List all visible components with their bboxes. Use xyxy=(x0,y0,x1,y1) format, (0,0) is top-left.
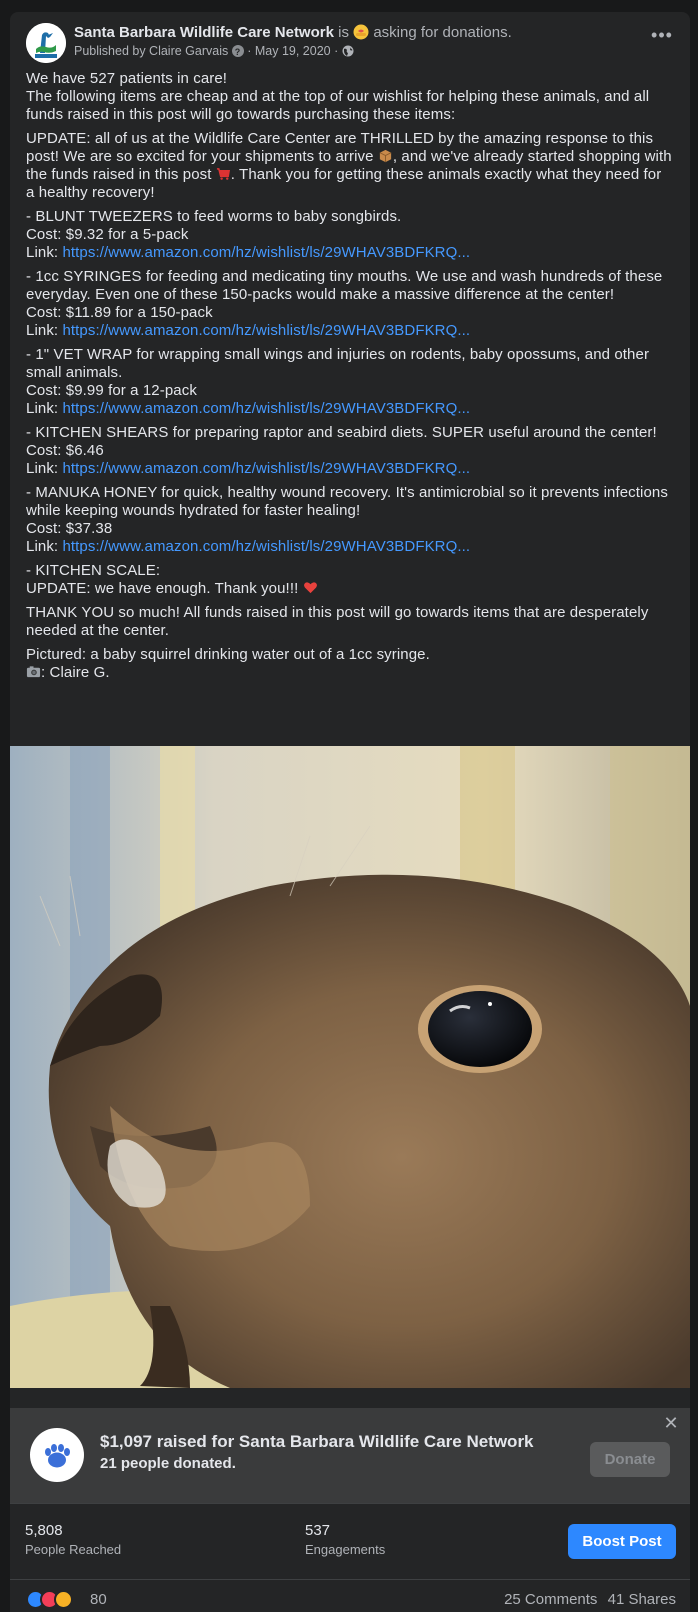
comments-count[interactable]: 25 Comments xyxy=(504,1591,597,1608)
shares-count[interactable]: 41 Shares xyxy=(608,1591,676,1608)
update-paragraph: UPDATE: all of us at the Wildlife Care C… xyxy=(26,130,674,202)
fundraiser-title: $1,097 raised for Santa Barbara Wildlife… xyxy=(100,1432,534,1451)
item-link[interactable]: https://www.amazon.com/hz/wishlist/ls/29… xyxy=(62,400,470,417)
reactions-bar: 80 25 Comments 41 Shares xyxy=(10,1579,690,1612)
hand-with-heart-icon xyxy=(353,24,369,40)
people-reached-stat[interactable]: 5,808 People Reached xyxy=(25,1522,121,1558)
fundraiser-subtitle: 21 people donated. xyxy=(100,1455,236,1472)
item-link-label: Link: xyxy=(26,538,63,555)
squirrel-photo xyxy=(10,746,690,1388)
item-description: - BLUNT TWEEZERS to feed worms to baby s… xyxy=(26,208,402,225)
reaction-icons[interactable] xyxy=(26,1590,86,1610)
intro-line-1: We have 527 patients in care! xyxy=(26,70,228,87)
item-link-label: Link: xyxy=(26,460,63,477)
item-cost: Cost: $37.38 xyxy=(26,520,113,537)
item-link[interactable]: https://www.amazon.com/hz/wishlist/ls/29… xyxy=(62,460,470,477)
care-icon xyxy=(54,1590,73,1609)
scale-line-2: UPDATE: we have enough. Thank you!!! xyxy=(26,580,299,597)
item-cost: Cost: $11.89 for a 150-pack xyxy=(26,304,213,321)
item-description: - KITCHEN SHEARS for preparing raptor an… xyxy=(26,424,657,441)
insights-bar: 5,808 People Reached 537 Engagements Boo… xyxy=(10,1503,690,1579)
people-reached-value: 5,808 xyxy=(25,1522,63,1539)
item-link-label: Link: xyxy=(26,400,63,417)
item-link-label: Link: xyxy=(26,244,63,261)
close-icon[interactable]: ✕ xyxy=(662,1414,680,1432)
post-body: We have 527 patients in care! The follow… xyxy=(10,68,690,682)
item-cost: Cost: $6.46 xyxy=(26,442,104,459)
published-by: Published by Claire Garvais xyxy=(74,44,229,58)
help-icon[interactable] xyxy=(231,44,244,60)
people-reached-label: People Reached xyxy=(25,1542,122,1557)
status-prefix: is xyxy=(338,24,349,41)
engagements-value: 537 xyxy=(305,1522,331,1539)
fundraiser-banner: $1,097 raised for Santa Barbara Wildlife… xyxy=(10,1408,690,1503)
list-item: - MANUKA HONEY for quick, healthy wound … xyxy=(26,484,674,556)
scale-line-1: - KITCHEN SCALE: xyxy=(26,562,161,579)
item-description: - MANUKA HONEY for quick, healthy wound … xyxy=(26,484,668,519)
post-date[interactable]: May 19, 2020 xyxy=(255,44,331,58)
donate-button[interactable]: Donate xyxy=(590,1442,670,1477)
intro-paragraph: We have 527 patients in care! The follow… xyxy=(26,70,674,124)
item-link[interactable]: https://www.amazon.com/hz/wishlist/ls/29… xyxy=(62,244,470,261)
intro-line-2: The following items are cheap and at the… xyxy=(26,88,650,123)
item-link-label: Link: xyxy=(26,322,63,339)
item-cost: Cost: $9.99 for a 12-pack xyxy=(26,382,197,399)
page-avatar[interactable] xyxy=(26,23,66,63)
globe-icon xyxy=(342,45,354,57)
post-card: Santa Barbara Wildlife Care Network is a… xyxy=(10,12,690,1612)
post-header: Santa Barbara Wildlife Care Network is a… xyxy=(10,12,690,68)
thanks-paragraph: THANK YOU so much! All funds raised in t… xyxy=(26,604,649,639)
shopping-cart-icon xyxy=(216,168,230,180)
item-cost: Cost: $9.32 for a 5-pack xyxy=(26,226,189,243)
list-item: - 1cc SYRINGES for feeding and medicatin… xyxy=(26,268,674,340)
comments-shares: 25 Comments 41 Shares xyxy=(498,1591,676,1609)
camera-icon xyxy=(26,666,41,678)
more-options-icon[interactable]: ••• xyxy=(648,26,676,50)
heart-icon xyxy=(303,582,317,594)
pictured-paragraph: Pictured: a baby squirrel drinking water… xyxy=(26,646,674,682)
engagements-label: Engagements xyxy=(305,1542,386,1557)
reaction-count[interactable]: 80 xyxy=(90,1591,107,1609)
post-photo[interactable] xyxy=(10,746,690,1388)
boost-post-button[interactable]: Boost Post xyxy=(568,1524,676,1559)
item-description: - 1cc SYRINGES for feeding and medicatin… xyxy=(26,268,663,303)
header-meta-line: Published by Claire Garvais · May 19, 20… xyxy=(74,43,630,60)
meta-separator: · xyxy=(247,44,252,58)
package-icon xyxy=(379,149,392,163)
item-link[interactable]: https://www.amazon.com/hz/wishlist/ls/29… xyxy=(62,322,470,339)
item-link[interactable]: https://www.amazon.com/hz/wishlist/ls/29… xyxy=(62,538,470,555)
header-title-line: Santa Barbara Wildlife Care Network is a… xyxy=(74,24,630,42)
item-description: - 1" VET WRAP for wrapping small wings a… xyxy=(26,346,650,381)
pictured-line: Pictured: a baby squirrel drinking water… xyxy=(26,646,430,663)
scale-paragraph: - KITCHEN SCALE: UPDATE: we have enough.… xyxy=(26,562,674,598)
list-item: - 1" VET WRAP for wrapping small wings a… xyxy=(26,346,674,418)
list-item: - KITCHEN SHEARS for preparing raptor an… xyxy=(26,424,674,478)
header-text: Santa Barbara Wildlife Care Network is a… xyxy=(74,24,630,60)
list-item: - BLUNT TWEEZERS to feed worms to baby s… xyxy=(26,208,674,262)
engagements-stat[interactable]: 537 Engagements xyxy=(305,1522,385,1558)
status-text: asking for donations. xyxy=(373,24,512,41)
paw-icon xyxy=(30,1428,84,1482)
page-name-link[interactable]: Santa Barbara Wildlife Care Network xyxy=(74,24,334,41)
meta-separator-2: · xyxy=(334,44,339,58)
photo-credit: : Claire G. xyxy=(41,664,110,681)
